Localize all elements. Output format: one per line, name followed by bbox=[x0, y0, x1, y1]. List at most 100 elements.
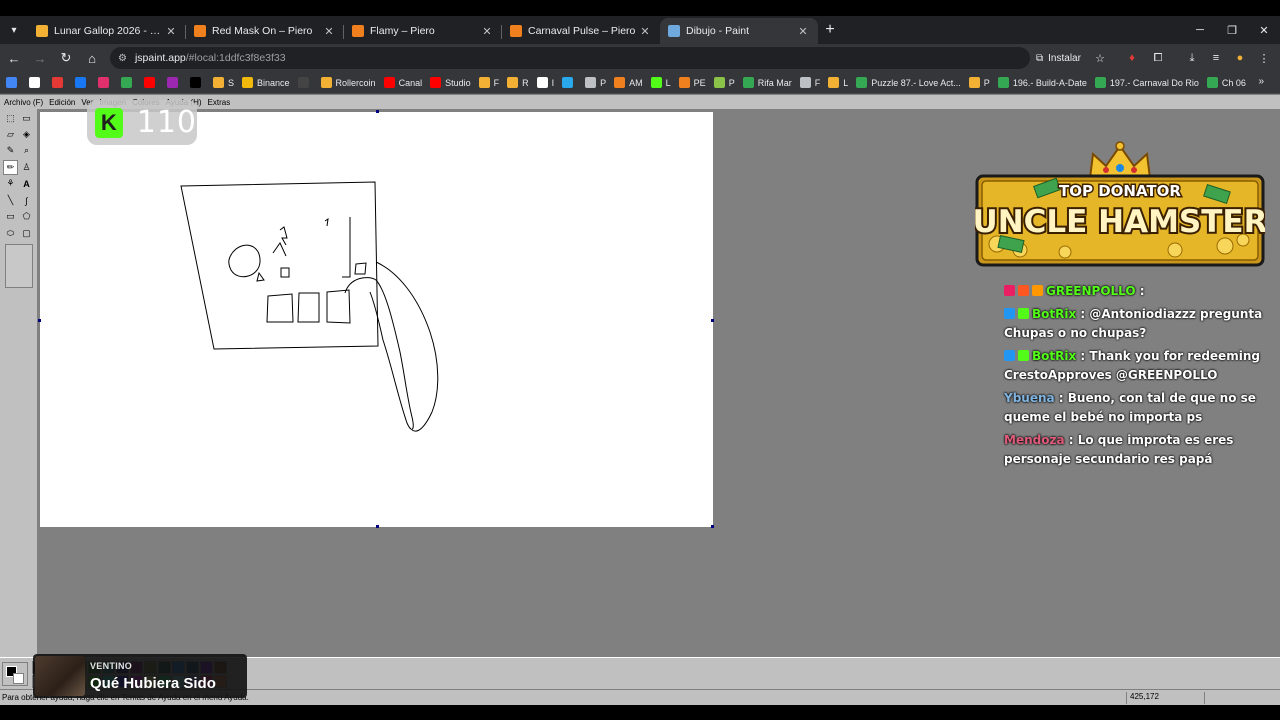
bookmark-favicon-icon bbox=[614, 77, 626, 88]
close-tab-icon[interactable]: ✕ bbox=[480, 25, 494, 38]
canvas-resize-handle[interactable] bbox=[711, 525, 714, 528]
close-tab-icon[interactable]: ✕ bbox=[164, 25, 178, 38]
minimize-icon[interactable]: ─ bbox=[1184, 16, 1216, 44]
canvas-resize-handle[interactable] bbox=[38, 319, 41, 322]
tab[interactable]: Red Mask On – Piero ✕ bbox=[186, 18, 344, 44]
bookmark-item[interactable] bbox=[190, 77, 205, 88]
bookmark-item[interactable]: Studio bbox=[430, 77, 471, 88]
rect-select-icon[interactable]: ▭ bbox=[19, 111, 34, 126]
bookmark-favicon-icon bbox=[383, 77, 395, 88]
close-window-icon[interactable]: ✕ bbox=[1248, 16, 1280, 44]
bookmark-item[interactable] bbox=[75, 77, 90, 88]
bookmark-item[interactable]: I bbox=[536, 77, 554, 88]
airbrush-icon[interactable]: ⚘ bbox=[3, 176, 18, 191]
bookmark-favicon-icon bbox=[29, 77, 40, 88]
bookmark-item[interactable]: Canal bbox=[383, 77, 422, 88]
current-colors[interactable] bbox=[2, 662, 28, 686]
bookmark-item[interactable]: PE bbox=[678, 77, 706, 88]
bookmark-item[interactable]: Rifa Mar bbox=[742, 77, 792, 88]
extension-icon[interactable]: ♦ bbox=[1122, 48, 1142, 68]
paint-menu-item[interactable]: Extras bbox=[208, 98, 231, 107]
bookmark-item[interactable]: 197.- Carnaval Do Rio bbox=[1094, 77, 1199, 88]
bookmark-item[interactable]: L bbox=[650, 77, 671, 88]
close-tab-icon[interactable]: ✕ bbox=[322, 25, 336, 38]
bookmark-item[interactable] bbox=[121, 77, 136, 88]
back-icon[interactable]: ← bbox=[2, 46, 26, 70]
forward-icon[interactable]: → bbox=[28, 46, 52, 70]
bookmark-item[interactable]: P bbox=[968, 77, 990, 88]
ellipse-icon[interactable]: ⬭ bbox=[3, 226, 18, 241]
paint-menu-item[interactable]: Edición bbox=[49, 98, 75, 107]
bookmark-favicon-icon bbox=[585, 77, 597, 88]
polygon-icon[interactable]: ⬠ bbox=[19, 209, 34, 224]
bookmark-item[interactable]: F bbox=[478, 77, 499, 88]
tab[interactable]: Flamy – Piero ✕ bbox=[344, 18, 502, 44]
tool-options[interactable] bbox=[5, 244, 33, 288]
color-picker-icon[interactable]: ✎ bbox=[3, 143, 18, 158]
bookmark-item[interactable]: Puzzle 87.- Love Act... bbox=[856, 77, 961, 88]
bookmark-item[interactable]: R bbox=[507, 77, 529, 88]
bookmark-item[interactable]: L bbox=[828, 77, 848, 88]
brush-icon[interactable]: ♙ bbox=[19, 160, 34, 175]
bookmark-item[interactable]: S bbox=[213, 77, 234, 88]
bookmark-favicon-icon bbox=[190, 77, 201, 88]
bookmark-item[interactable]: 196.- Build-A-Date bbox=[997, 77, 1087, 88]
line-icon[interactable]: ╲ bbox=[3, 193, 18, 208]
close-tab-icon[interactable]: ✕ bbox=[796, 25, 810, 38]
bookmark-item[interactable]: Binance bbox=[242, 77, 290, 88]
drawing-canvas[interactable] bbox=[40, 112, 713, 527]
tab-search-icon[interactable]: ▾ bbox=[0, 16, 28, 44]
magnifier-icon[interactable]: ⌕ bbox=[19, 143, 34, 158]
bookmark-item[interactable] bbox=[562, 77, 577, 88]
url-input[interactable]: ⚙ jspaint.app/#local:1ddfc3f8e3f33 bbox=[110, 47, 1030, 69]
rectangle-icon[interactable]: ▭ bbox=[3, 209, 18, 224]
bookmark-item[interactable]: Ch 06 bbox=[1206, 77, 1246, 88]
chat-username: BotRix bbox=[1032, 348, 1077, 363]
new-tab-icon[interactable]: + bbox=[818, 21, 842, 39]
bookmark-item[interactable] bbox=[52, 77, 67, 88]
bookmark-item[interactable] bbox=[167, 77, 182, 88]
bookmark-item[interactable] bbox=[144, 77, 159, 88]
home-icon[interactable]: ⌂ bbox=[80, 46, 104, 70]
reload-icon[interactable]: ↻ bbox=[54, 46, 78, 70]
download-icon[interactable]: ⤓ bbox=[1182, 48, 1202, 68]
restore-icon[interactable]: ❐ bbox=[1216, 16, 1248, 44]
site-info-icon[interactable]: ⚙ bbox=[118, 53, 127, 64]
bookmark-item[interactable] bbox=[6, 77, 21, 88]
bookmark-item[interactable] bbox=[29, 77, 44, 88]
curve-icon[interactable]: ∫ bbox=[19, 193, 34, 208]
rounded-rectangle-icon[interactable]: ▢ bbox=[19, 226, 34, 241]
bookmark-item[interactable]: P bbox=[713, 77, 735, 88]
chat-badge-icon bbox=[1018, 349, 1029, 361]
selection-size bbox=[1204, 692, 1278, 704]
bookmarks-overflow-icon[interactable]: » bbox=[1258, 76, 1264, 87]
donator-line1: TOP DONATOR bbox=[1059, 182, 1181, 200]
tab-active[interactable]: Dibujo - Paint ✕ bbox=[660, 18, 818, 44]
tab[interactable]: Lunar Gallop 2026 - RollerCoin ✕ bbox=[28, 18, 186, 44]
media-control-icon[interactable]: ≡ bbox=[1206, 48, 1226, 68]
free-select-icon[interactable]: ⬚ bbox=[3, 111, 18, 126]
text-icon[interactable]: A bbox=[19, 176, 34, 191]
pencil-icon[interactable]: ✏ bbox=[3, 160, 18, 175]
close-tab-icon[interactable]: ✕ bbox=[638, 25, 652, 38]
bookmark-item[interactable]: AM bbox=[614, 77, 643, 88]
eraser-icon[interactable]: ▱ bbox=[3, 127, 18, 142]
extensions-puzzle-icon[interactable]: ⧠ bbox=[1148, 48, 1168, 68]
bookmark-item[interactable]: Rollercoin bbox=[320, 77, 376, 88]
menu-kebab-icon[interactable]: ⋮ bbox=[1254, 48, 1274, 68]
tab[interactable]: Carnaval Pulse – Piero ✕ bbox=[502, 18, 660, 44]
bookmark-item[interactable]: P bbox=[585, 77, 606, 88]
install-button[interactable]: ⧉ Instalar bbox=[1030, 48, 1087, 68]
profile-icon[interactable]: ● bbox=[1230, 48, 1250, 68]
canvas-resize-handle[interactable] bbox=[376, 110, 379, 113]
paint-menu-item[interactable]: Archivo (F) bbox=[4, 98, 43, 107]
bookmark-item[interactable]: F bbox=[799, 77, 820, 88]
canvas-resize-handle[interactable] bbox=[376, 525, 379, 528]
bookmark-item[interactable] bbox=[297, 77, 313, 88]
chat-badge-icon bbox=[1018, 307, 1029, 319]
canvas-resize-handle[interactable] bbox=[711, 319, 714, 322]
fill-bucket-icon[interactable]: ◈ bbox=[19, 127, 34, 142]
bookmark-star-icon[interactable]: ☆ bbox=[1090, 48, 1110, 68]
bookmark-item[interactable] bbox=[98, 77, 113, 88]
tab-title: Lunar Gallop 2026 - RollerCoin bbox=[54, 25, 164, 37]
